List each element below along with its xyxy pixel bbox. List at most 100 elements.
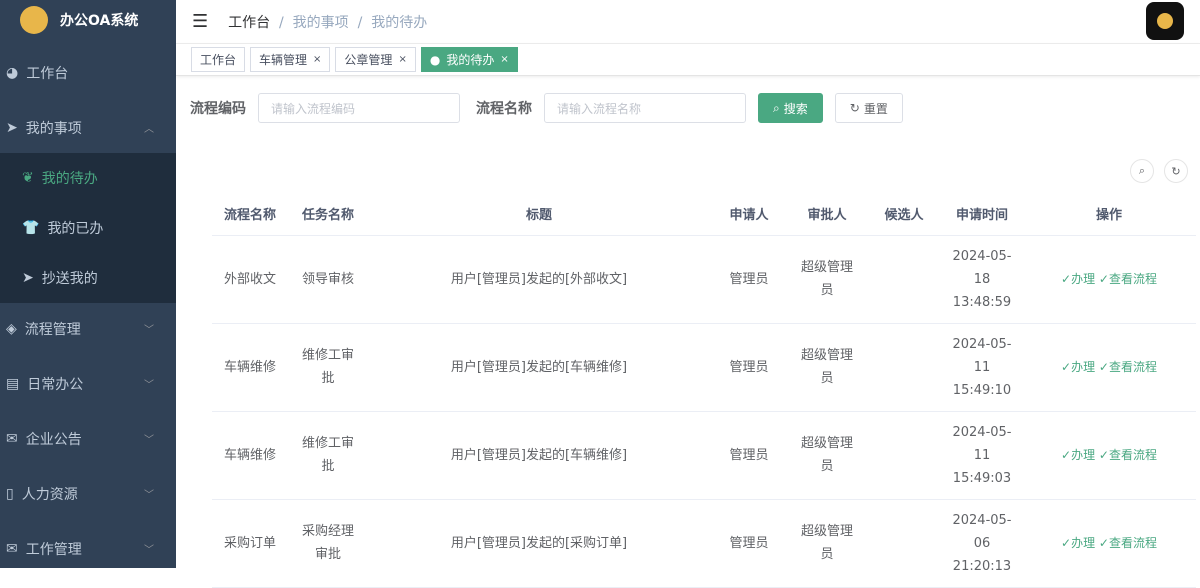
tab[interactable]: 工作台 [191, 47, 246, 72]
sidebar-item-label: 我的已办 [47, 221, 104, 237]
cell-approver: 超级管理员 [788, 499, 866, 588]
dashboard-icon: ◕ [6, 64, 19, 81]
column-header: 申请时间 [942, 193, 1022, 236]
breadcrumb-item[interactable]: 工作台 [228, 15, 270, 31]
leaf-icon: ❦ [22, 170, 34, 186]
cell-task: 维修工审批 [288, 411, 368, 500]
cell-applicant: 管理员 [710, 235, 788, 324]
sidebar-item-label: 企业公告 [25, 431, 82, 448]
search-label: 搜索 [783, 101, 808, 116]
chevron-up-icon: ︿ [144, 124, 154, 135]
handle-link[interactable]: ✓办理 [1061, 448, 1095, 462]
chevron-down-icon: ﹀ [144, 435, 154, 446]
sidebar-item[interactable]: ▯ 人力资源 ﹀ [0, 466, 176, 521]
view-flow-link[interactable]: ✓查看流程 [1099, 448, 1157, 462]
sidebar-item[interactable]: ◈ 流程管理 ﹀ [0, 301, 176, 356]
app-title: 办公OA系统 [60, 13, 139, 29]
name-input[interactable]: 请输入流程名称 [544, 93, 746, 123]
column-header: 任务名称 [288, 193, 368, 236]
cell-candidate [866, 323, 942, 412]
send-icon: ➤ [6, 119, 18, 136]
column-header: 流程名称 [212, 193, 288, 236]
refresh-icon[interactable]: ↻ [1164, 159, 1188, 183]
doc-icon: ▤ [6, 375, 20, 392]
logo: 办公OA系统 [0, 0, 176, 40]
cell-applicant: 管理员 [710, 323, 788, 412]
cell-time: 2024-05-06 21:20:13 [942, 499, 1022, 588]
cell-task: 领导审核 [288, 235, 368, 324]
sidebar-item-label: 日常办公 [27, 376, 84, 393]
sidebar-item[interactable]: ◕ 工作台 [0, 45, 176, 100]
sidebar-item[interactable]: ➤ 抄送我的 [0, 253, 176, 303]
column-header: 操作 [1022, 193, 1196, 236]
search-button[interactable]: ⌕ 搜索 [758, 93, 823, 123]
table-row: 车辆维修 维修工审批 用户[管理员]发起的[车辆维修] 管理员 超级管理员 2024-05… [212, 323, 1196, 412]
tab[interactable]: 公章管理 × [335, 47, 416, 72]
mail-icon: ✉ [6, 430, 18, 447]
search-icon: ⌕ [773, 100, 780, 115]
reset-button[interactable]: ↻ 重置 [834, 93, 903, 123]
sidebar-item-label: 工作管理 [25, 541, 82, 558]
sidebar-item-label: 抄送我的 [41, 271, 98, 287]
hamburger-icon[interactable]: ☰ [192, 11, 208, 32]
sidebar-item[interactable]: ❦ 我的待办 [0, 153, 176, 203]
handle-link[interactable]: ✓办理 [1061, 536, 1095, 550]
shirt-icon: 👕 [22, 220, 40, 236]
sidebar-item[interactable]: 👕 我的已办 [0, 203, 176, 253]
sidebar-item[interactable]: ➤ 我的事项 ︿ [0, 100, 176, 155]
todo-table: 流程名称 任务名称 标题 申请人 审批人 候选人 申请时间 操作 外部收文 领导审核 用户[管理员… [212, 193, 1196, 588]
cell-title: 用户[管理员]发起的[车辆维修] [368, 323, 710, 412]
sidebar-item-label: 我的待办 [41, 171, 98, 187]
breadcrumb-item[interactable]: 我的事项 [293, 15, 349, 31]
view-flow-link[interactable]: ✓查看流程 [1099, 536, 1157, 550]
sidebar-item[interactable]: ✉ 企业公告 ﹀ [0, 411, 176, 466]
tab[interactable]: 车辆管理 × [250, 47, 331, 72]
reset-label: 重置 [863, 101, 888, 116]
sidebar-item-label: 我的事项 [25, 120, 82, 137]
cell-applicant: 管理员 [710, 411, 788, 500]
breadcrumb-item: 我的待办 [371, 14, 428, 31]
cell-task: 采购经理审批 [288, 499, 368, 588]
handle-link[interactable]: ✓办理 [1061, 360, 1095, 374]
cell-title: 用户[管理员]发起的[车辆维修] [368, 411, 710, 500]
avatar[interactable] [1146, 2, 1184, 40]
close-icon[interactable]: × [313, 54, 321, 65]
cell-title: 用户[管理员]发起的[外部收文] [368, 235, 710, 324]
dot-icon: ● [429, 52, 441, 67]
cell-flow: 外部收文 [212, 235, 288, 324]
cell-candidate [866, 411, 942, 500]
cell-time: 2024-05-11 15:49:03 [942, 411, 1022, 500]
search-toggle-icon[interactable]: ⌕ [1130, 159, 1154, 183]
tab[interactable]: ● 我的待办 × [420, 47, 518, 72]
table-row: 采购订单 采购经理审批 用户[管理员]发起的[采购订单] 管理员 超级管理员 2024-0… [212, 499, 1196, 588]
cell-applicant: 管理员 [710, 499, 788, 588]
cell-flow: 车辆维修 [212, 323, 288, 412]
chevron-down-icon: ﹀ [144, 490, 154, 501]
close-icon[interactable]: × [500, 54, 508, 65]
table-row: 车辆维修 维修工审批 用户[管理员]发起的[车辆维修] 管理员 超级管理员 2024-05… [212, 411, 1196, 500]
column-header: 候选人 [866, 193, 942, 236]
chevron-down-icon: ﹀ [144, 380, 154, 391]
sidebar: 办公OA系统 ◕ 工作台 ➤ 我的事项 ︿ ❦ 我的待办 👕 我的已办 ➤ 抄送我的 ◈ 流程管理 ﹀ ▤ 日… [0, 0, 176, 568]
cell-time: 2024-05-11 15:49:10 [942, 323, 1022, 412]
cell-title: 用户[管理员]发起的[采购订单] [368, 499, 710, 588]
tab-label: 公章管理 [344, 53, 393, 67]
tab-label: 我的待办 [446, 53, 495, 67]
view-flow-link[interactable]: ✓查看流程 [1099, 360, 1157, 374]
cell-task: 维修工审批 [288, 323, 368, 412]
code-input[interactable]: 请输入流程编码 [258, 93, 460, 123]
logo-icon [20, 6, 48, 34]
cell-candidate [866, 499, 942, 588]
cube-icon: ◈ [6, 320, 17, 337]
cell-time: 2024-05-18 13:48:59 [942, 235, 1022, 324]
sidebar-item[interactable]: ▤ 日常办公 ﹀ [0, 356, 176, 411]
column-header: 审批人 [788, 193, 866, 236]
cell-approver: 超级管理员 [788, 235, 866, 324]
close-icon[interactable]: × [398, 54, 406, 65]
chevron-down-icon: ﹀ [144, 325, 154, 336]
book-icon: ▯ [6, 485, 14, 502]
view-flow-link[interactable]: ✓查看流程 [1099, 272, 1157, 286]
cell-flow: 采购订单 [212, 499, 288, 588]
name-label: 流程名称 [476, 101, 532, 117]
handle-link[interactable]: ✓办理 [1061, 272, 1095, 286]
